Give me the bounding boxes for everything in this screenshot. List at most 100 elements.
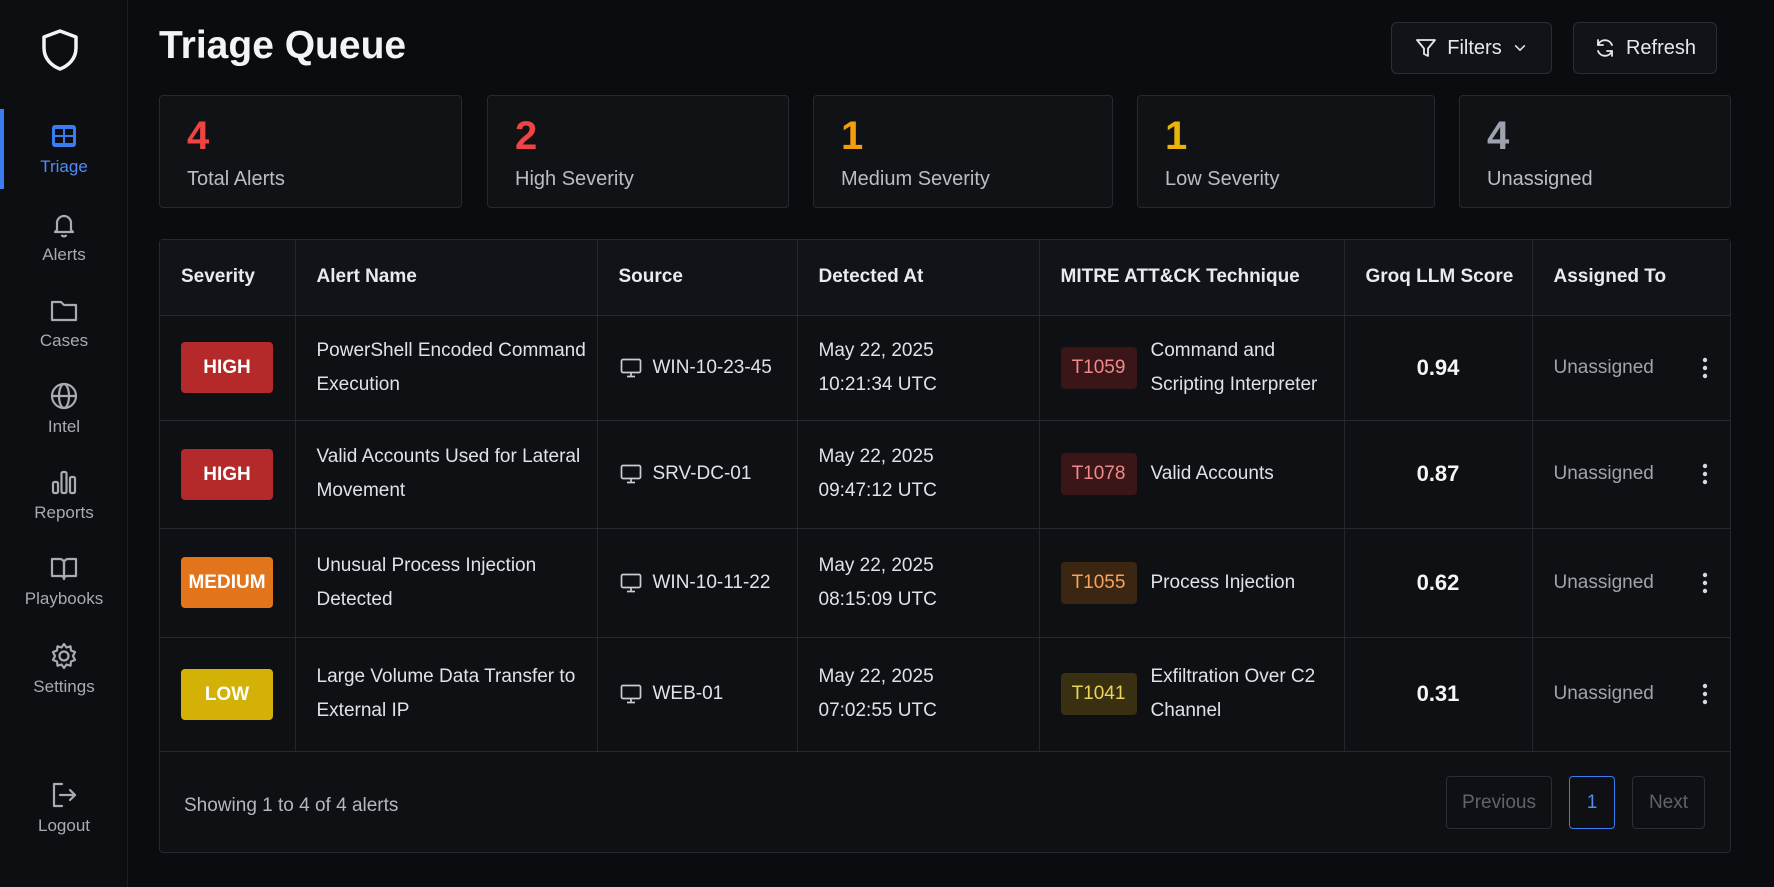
- column-header-severity[interactable]: Severity: [160, 240, 296, 316]
- source-host: SRV-DC-01: [619, 457, 797, 491]
- more-vertical-icon[interactable]: [1702, 356, 1708, 380]
- bar-chart-icon: [51, 470, 77, 495]
- monitor-icon: [620, 573, 641, 592]
- source-name: SRV-DC-01: [652, 463, 752, 484]
- mitre-technique: T1055 Process Injection: [1060, 561, 1344, 604]
- stat-card-total-alerts: 4 Total Alerts: [159, 95, 462, 208]
- pagination-summary: Showing 1 to 4 of 4 alerts: [184, 795, 399, 816]
- assigned-to: Unassigned: [1554, 566, 1731, 600]
- technique-id-badge[interactable]: T1078: [1060, 453, 1137, 495]
- table-row[interactable]: HIGH PowerShell Encoded Command Executio…: [160, 315, 1730, 421]
- technique-id-badge[interactable]: T1041: [1060, 673, 1137, 715]
- page-1-button[interactable]: 1: [1569, 776, 1615, 829]
- logout-icon: [52, 782, 77, 808]
- stat-card-high-severity: 2 High Severity: [487, 95, 789, 208]
- chevron-down-icon: [1514, 45, 1525, 52]
- column-header-detected-at[interactable]: Detected At: [797, 240, 1040, 316]
- column-header-assigned-to[interactable]: Assigned To: [1532, 240, 1730, 316]
- sidebar-item-intel[interactable]: Intel: [0, 367, 128, 451]
- next-page-button[interactable]: Next: [1632, 776, 1705, 829]
- severity-badge: HIGH: [181, 448, 273, 500]
- table-row[interactable]: MEDIUM Unusual Process Injection Detecte…: [160, 528, 1731, 638]
- table-header-row: Severity Alert Name Source Detected At M…: [160, 240, 1730, 316]
- column-header-alert-name[interactable]: Alert Name: [295, 240, 598, 316]
- table-row[interactable]: HIGH Valid Accounts Used for Lateral Mov…: [160, 420, 1731, 529]
- page-title: Triage Queue: [159, 24, 407, 67]
- sidebar-item-label: Reports: [34, 503, 94, 522]
- assignee: Unassigned: [1553, 463, 1654, 484]
- sidebar-item-cases[interactable]: Cases: [0, 281, 128, 365]
- assigned-to-cell: Unassigned: [1532, 420, 1731, 529]
- detected-at-cell: May 22, 2025 07:02:55 UTC: [797, 637, 1040, 752]
- technique-id-badge[interactable]: T1055: [1060, 561, 1137, 604]
- sidebar-item-label: Playbooks: [24, 589, 104, 608]
- technique-name: Exfiltration Over C2 Channel: [1150, 666, 1316, 721]
- refresh-button[interactable]: Refresh: [1573, 22, 1717, 74]
- severity-cell: MEDIUM: [160, 528, 296, 638]
- stat-label: Low Severity: [1165, 168, 1280, 190]
- mitre-technique: T1078 Valid Accounts: [1060, 453, 1344, 495]
- sidebar-item-triage[interactable]: Triage: [0, 107, 128, 191]
- filters-button[interactable]: Filters: [1391, 22, 1552, 74]
- sidebar-item-label: Intel: [47, 417, 81, 436]
- logout-button[interactable]: Logout: [0, 766, 128, 850]
- severity-badge: LOW: [181, 668, 273, 720]
- stat-card-unassigned: 4 Unassigned: [1459, 95, 1731, 208]
- technique-name: Process Injection: [1150, 571, 1296, 593]
- stat-value: 4: [1487, 114, 1510, 158]
- mitre-technique-cell: T1078 Valid Accounts: [1039, 420, 1345, 529]
- alerts-table-panel: Severity Alert Name Source Detected At M…: [159, 239, 1731, 853]
- sidebar-item-label: Alerts: [42, 245, 86, 264]
- assigned-to-cell: Unassigned: [1532, 528, 1731, 638]
- severity-cell: HIGH: [160, 420, 296, 529]
- logout-label: Logout: [38, 816, 90, 835]
- alert-name-cell[interactable]: Large Volume Data Transfer to External I…: [295, 637, 598, 752]
- stat-value: 4: [187, 114, 210, 158]
- assigned-to-cell: Unassigned: [1532, 637, 1730, 752]
- sidebar-item-settings[interactable]: Settings: [0, 627, 128, 711]
- table-row[interactable]: LOW Large Volume Data Transfer to Extern…: [160, 637, 1730, 752]
- assigned-to: Unassigned: [1554, 457, 1731, 491]
- sidebar-item-reports[interactable]: Reports: [0, 453, 128, 537]
- alert-name-cell[interactable]: PowerShell Encoded Command Execution: [295, 315, 598, 421]
- alert-name[interactable]: Valid Accounts Used for Lateral Movement: [317, 446, 581, 501]
- more-vertical-icon[interactable]: [1702, 462, 1708, 486]
- source-cell: WIN-10-23-45: [597, 315, 798, 421]
- filter-icon: [1416, 39, 1437, 57]
- previous-page-button[interactable]: Previous: [1446, 776, 1552, 829]
- alert-name-cell[interactable]: Valid Accounts Used for Lateral Movement: [295, 420, 598, 529]
- source-host: WIN-10-11-22: [619, 566, 797, 600]
- detected-at-cell: May 22, 2025 10:21:34 UTC: [797, 315, 1040, 421]
- detected-at: May 22, 2025 09:47:12 UTC: [818, 446, 937, 501]
- detected-at: May 22, 2025 08:15:09 UTC: [818, 554, 937, 610]
- column-header-source[interactable]: Source: [597, 240, 798, 316]
- sidebar-item-alerts[interactable]: Alerts: [0, 195, 128, 279]
- alert-name-cell[interactable]: Unusual Process Injection Detected: [295, 528, 598, 638]
- column-header-llm-score[interactable]: Groq LLM Score: [1344, 240, 1533, 316]
- technique-id-badge[interactable]: T1059: [1060, 346, 1137, 389]
- refresh-icon: [1597, 39, 1613, 57]
- alert-name[interactable]: Unusual Process Injection Detected: [317, 555, 537, 610]
- llm-score-cell: 0.62: [1344, 528, 1533, 638]
- mitre-technique: T1059 Command and Scripting Interpreter: [1060, 334, 1344, 402]
- alert-name[interactable]: Large Volume Data Transfer to External I…: [317, 666, 576, 721]
- assignee: Unassigned: [1553, 683, 1654, 704]
- stat-label: Medium Severity: [841, 168, 990, 190]
- monitor-icon: [620, 464, 641, 484]
- gear-icon: [51, 642, 77, 670]
- stat-card-low-severity: 1 Low Severity: [1137, 95, 1435, 208]
- source-host: WEB-01: [619, 677, 797, 711]
- bell-icon: [53, 214, 75, 238]
- stat-value: 2: [515, 114, 538, 158]
- more-vertical-icon[interactable]: [1702, 682, 1708, 706]
- source-cell: WEB-01: [597, 637, 798, 752]
- source-name: WEB-01: [652, 683, 724, 704]
- alert-name[interactable]: PowerShell Encoded Command Execution: [317, 340, 586, 395]
- sidebar: Triage Alerts Cases Intel Reports Playbo…: [0, 0, 128, 887]
- sidebar-item-playbooks[interactable]: Playbooks: [0, 539, 128, 623]
- more-vertical-icon[interactable]: [1702, 571, 1708, 595]
- monitor-icon: [620, 684, 641, 704]
- column-header-mitre-technique[interactable]: MITRE ATT&CK Technique: [1039, 240, 1345, 316]
- source-name: WIN-10-11-22: [652, 571, 771, 593]
- detected-at-cell: May 22, 2025 09:47:12 UTC: [797, 420, 1040, 529]
